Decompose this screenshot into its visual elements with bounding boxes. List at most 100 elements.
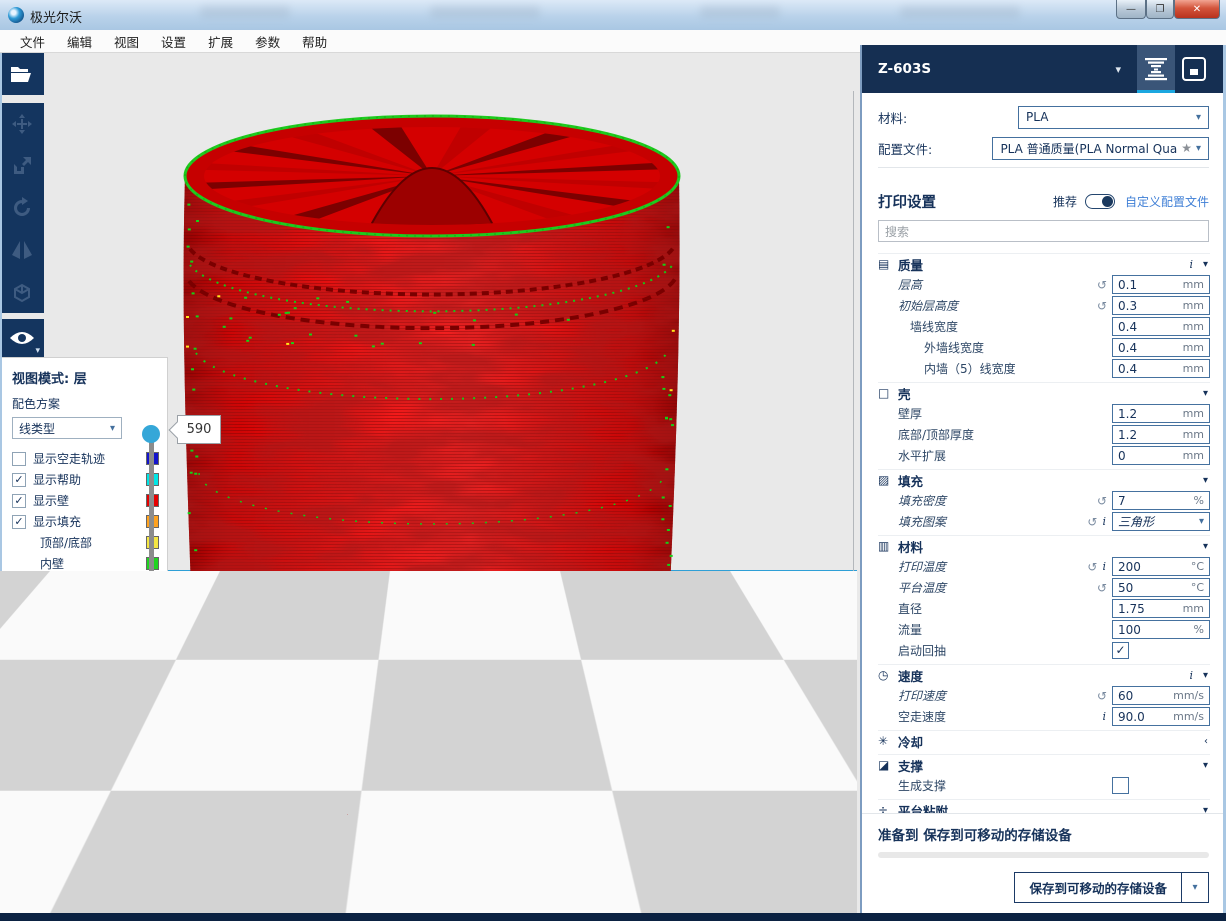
section-header-cooling[interactable]: ✳冷却‹: [878, 730, 1210, 751]
legend-checkbox[interactable]: ✓: [12, 473, 26, 487]
revert-icon[interactable]: ↺: [1097, 299, 1107, 313]
setting-value-input[interactable]: 1.75mm: [1112, 599, 1210, 618]
section-label: 速度: [898, 666, 1189, 685]
setting-value-input[interactable]: 0.4mm: [1112, 317, 1210, 336]
setting-value-input[interactable]: 0.1mm: [1112, 275, 1210, 294]
section-header-adhesion[interactable]: ÷平台粘附▾: [878, 799, 1210, 813]
custom-profile-link[interactable]: 自定义配置文件: [1125, 193, 1209, 210]
view-mode-button[interactable]: ▾: [0, 319, 44, 357]
edit-name-icon[interactable]: ✎: [837, 838, 849, 854]
info-icon[interactable]: i: [1189, 258, 1193, 271]
chevron-down-icon[interactable]: ▾: [1115, 63, 1121, 76]
revert-icon[interactable]: ↺: [1097, 494, 1107, 508]
setting-checkbox[interactable]: ✓: [1112, 642, 1129, 659]
tab-monitor[interactable]: [1175, 45, 1213, 93]
brand-mark-icon: [14, 876, 40, 902]
chevron-down-icon: ▾: [1196, 143, 1201, 154]
section-chevron-icon[interactable]: ‹: [1204, 736, 1208, 747]
section-chevron-icon[interactable]: ▾: [1203, 259, 1208, 270]
brand-logo: 极光尔沃® JGAURORA: [14, 876, 112, 905]
section-header-material[interactable]: ▥材料▾: [878, 535, 1210, 556]
per-model-settings-button[interactable]: [0, 271, 44, 313]
value-text: 60: [1118, 689, 1173, 703]
legend-label: 显示空走轨迹: [33, 450, 139, 467]
menu-item-帮助[interactable]: 帮助: [292, 29, 337, 54]
section-chevron-icon[interactable]: ▾: [1203, 805, 1208, 814]
menu-item-参数[interactable]: 参数: [245, 29, 290, 54]
revert-icon[interactable]: ↺: [1087, 560, 1097, 574]
setting-value-input[interactable]: 100%: [1112, 620, 1210, 639]
section-chevron-icon[interactable]: ▾: [1203, 541, 1208, 552]
layer-slider[interactable]: [144, 421, 158, 641]
minimize-button[interactable]: —: [1116, 0, 1146, 19]
legend-checkbox[interactable]: ✓: [12, 515, 26, 529]
printer-name[interactable]: Z-603S: [878, 61, 1115, 77]
section-header-infill[interactable]: ▨填充▾: [878, 469, 1210, 490]
setting-value-input[interactable]: 200°C: [1112, 557, 1210, 576]
move-tool-button[interactable]: [0, 103, 44, 145]
setting-checkbox[interactable]: [1112, 777, 1129, 794]
unit-label: mm: [1183, 428, 1204, 441]
setting-label: 打印速度: [878, 687, 1097, 704]
setting-value-input[interactable]: 0.4mm: [1112, 359, 1210, 378]
recommended-toggle[interactable]: [1085, 194, 1115, 209]
section-chevron-icon[interactable]: ▾: [1203, 475, 1208, 486]
rotate-tool-button[interactable]: [0, 187, 44, 229]
legend-label: 显示帮助: [33, 471, 139, 488]
section-header-speed[interactable]: ◷速度i▾: [878, 664, 1210, 685]
section-chevron-icon[interactable]: ▾: [1203, 670, 1208, 681]
menu-item-扩展[interactable]: 扩展: [198, 29, 243, 54]
setting-value-input[interactable]: 90.0mm/s: [1112, 707, 1210, 726]
info-icon[interactable]: i: [1102, 710, 1106, 723]
setting-dropdown[interactable]: 三角形▾: [1112, 512, 1210, 531]
legend-checkbox[interactable]: [12, 452, 26, 466]
profile-dropdown[interactable]: PLA 普通质量(PLA Normal Qua ★ ▾: [992, 137, 1209, 160]
open-file-button[interactable]: [0, 53, 44, 95]
section-header-shell[interactable]: □壳▾: [878, 382, 1210, 403]
printer-header: Z-603S ▾: [862, 45, 1223, 93]
close-button[interactable]: ✕: [1174, 0, 1220, 19]
info-icon[interactable]: i: [1102, 560, 1106, 573]
revert-icon[interactable]: ↺: [1097, 278, 1107, 292]
revert-icon[interactable]: ↺: [1087, 515, 1097, 529]
save-options-dropdown[interactable]: ▾: [1182, 872, 1209, 903]
layer-slider-track[interactable]: [149, 429, 154, 631]
unit-label: mm: [1183, 320, 1204, 333]
section-chevron-icon[interactable]: ▾: [1203, 388, 1208, 399]
section-chevron-icon[interactable]: ▾: [1203, 760, 1208, 771]
settings-search-input[interactable]: 搜索: [878, 220, 1209, 242]
color-scheme-dropdown[interactable]: 线类型 ▾: [12, 417, 122, 439]
mirror-tool-button[interactable]: [0, 229, 44, 271]
setting-value-input[interactable]: 7%: [1112, 491, 1210, 510]
section-header-quality[interactable]: ▤质量i▾: [878, 253, 1210, 274]
title-bar[interactable]: 极光尔沃 — ❐ ✕: [0, 0, 1226, 30]
section-label: 填充: [898, 471, 1203, 490]
unit-label: mm/s: [1173, 689, 1204, 702]
revert-icon[interactable]: ↺: [1097, 581, 1107, 595]
info-icon[interactable]: i: [1102, 515, 1106, 528]
menu-item-视图[interactable]: 视图: [104, 29, 149, 54]
legend-checkbox[interactable]: ✓: [12, 494, 26, 508]
save-to-removable-button[interactable]: 保存到可移动的存储设备: [1014, 872, 1182, 903]
tab-prepare-slice[interactable]: [1137, 45, 1175, 93]
setting-value-input[interactable]: 0.3mm: [1112, 296, 1210, 315]
viewport-3d[interactable]: ▾ 视图模式: 层 配色方案 线类型 ▾ 显示空走轨迹✓显示帮助✓显示壁✓显示填…: [0, 53, 857, 913]
revert-icon[interactable]: ↺: [1097, 689, 1107, 703]
scale-tool-button[interactable]: [0, 145, 44, 187]
maximize-button[interactable]: ❐: [1146, 0, 1174, 19]
setting-value-input[interactable]: 50°C: [1112, 578, 1210, 597]
menu-item-编辑[interactable]: 编辑: [57, 29, 102, 54]
setting-value-input[interactable]: 60mm/s: [1112, 686, 1210, 705]
setting-value-input[interactable]: 0mm: [1112, 446, 1210, 465]
legend-row: 显示空走轨迹: [12, 448, 159, 469]
section-header-support[interactable]: ◪支撑▾: [878, 754, 1210, 775]
setting-value-input[interactable]: 1.2mm: [1112, 404, 1210, 423]
layer-slider-upper-handle[interactable]: [142, 425, 160, 443]
layer-slider-lower-handle[interactable]: [142, 619, 160, 637]
setting-value-input[interactable]: 1.2mm: [1112, 425, 1210, 444]
setting-value-input[interactable]: 0.4mm: [1112, 338, 1210, 357]
material-dropdown[interactable]: PLA ▾: [1018, 106, 1209, 129]
menu-item-设置[interactable]: 设置: [151, 29, 196, 54]
menu-item-文件[interactable]: 文件: [10, 29, 55, 54]
info-icon[interactable]: i: [1189, 669, 1193, 682]
